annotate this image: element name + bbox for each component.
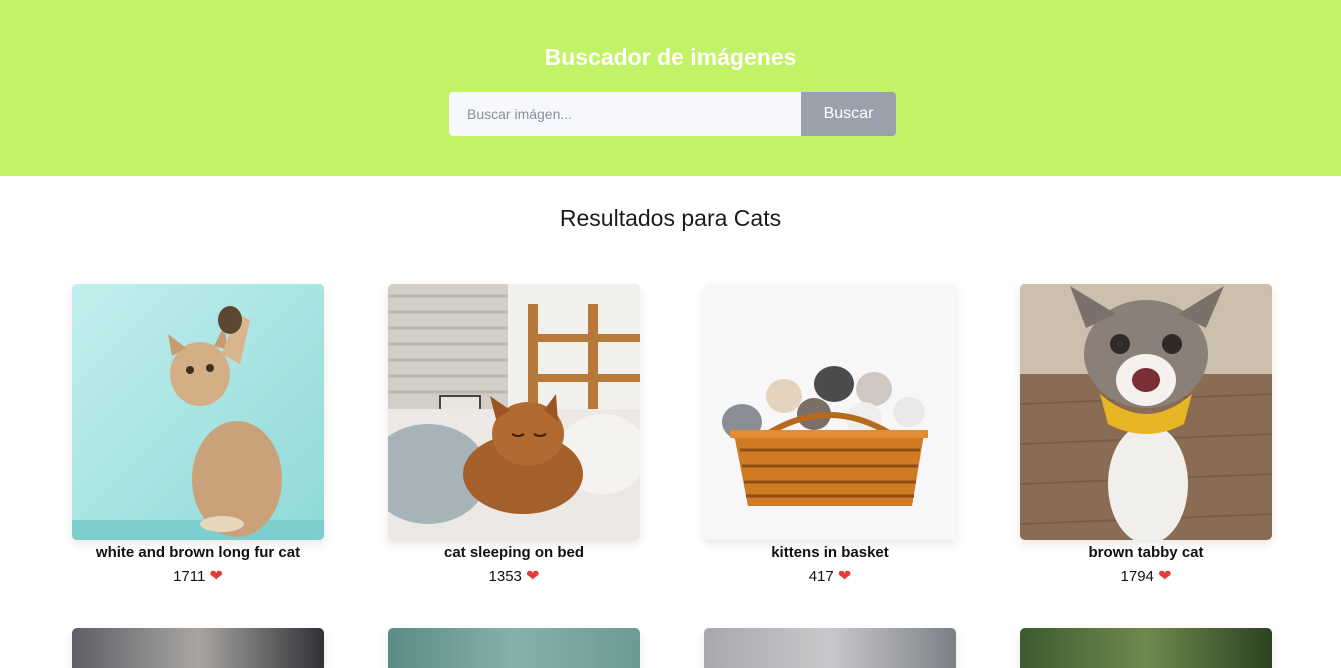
image-card[interactable]: brown tabby cat 1794 ❤	[1020, 284, 1272, 586]
search-input[interactable]	[449, 92, 801, 136]
image-card[interactable]: kittens in basket 417 ❤	[704, 284, 956, 586]
cat-photo	[72, 284, 324, 540]
image-card[interactable]: white and brown long fur cat 1711 ❤	[72, 284, 324, 586]
heart-icon: ❤	[209, 568, 223, 585]
image-card-photo[interactable]	[704, 284, 956, 540]
likes-count: 1794 ❤	[1020, 566, 1272, 586]
image-card-photo[interactable]	[388, 628, 640, 668]
heart-icon: ❤	[526, 568, 540, 585]
likes-value: 417	[808, 568, 834, 585]
image-card-photo[interactable]	[1020, 284, 1272, 540]
likes-value: 1353	[488, 568, 522, 585]
image-card-photo[interactable]	[704, 628, 956, 668]
likes-count: 1711 ❤	[72, 566, 324, 586]
image-card[interactable]	[388, 628, 640, 668]
image-card-photo[interactable]	[72, 628, 324, 668]
image-card-photo[interactable]	[72, 284, 324, 540]
cat-photo	[1020, 284, 1272, 540]
image-card-photo[interactable]	[388, 284, 640, 540]
heart-icon: ❤	[837, 568, 852, 585]
likes-count: 1353 ❤	[388, 566, 640, 586]
results-title: Resultados para Cats	[559, 205, 782, 231]
image-card[interactable]	[704, 628, 956, 668]
likes-value: 1711	[173, 568, 206, 585]
image-caption: cat sleeping on bed	[443, 544, 585, 561]
search-button[interactable]: Buscar	[801, 92, 896, 136]
likes-count: 417 ❤	[704, 566, 956, 586]
cat-photo	[388, 284, 640, 540]
page-title: Buscador de imágenes	[544, 44, 797, 70]
header: Buscador de imágenes Buscar	[0, 0, 1341, 176]
image-caption: brown tabby cat	[1088, 544, 1204, 561]
heart-icon: ❤	[1158, 568, 1172, 585]
image-caption: white and brown long fur cat	[95, 544, 301, 561]
image-card[interactable]	[1020, 628, 1272, 668]
kittens-photo	[704, 284, 956, 540]
image-card-photo[interactable]	[1020, 628, 1272, 668]
image-caption: kittens in basket	[771, 544, 889, 561]
likes-value: 1794	[1120, 568, 1154, 585]
image-card[interactable]: cat sleeping on bed 1353 ❤	[388, 284, 640, 586]
image-card[interactable]	[72, 628, 324, 668]
search-form: Buscar	[449, 92, 896, 136]
